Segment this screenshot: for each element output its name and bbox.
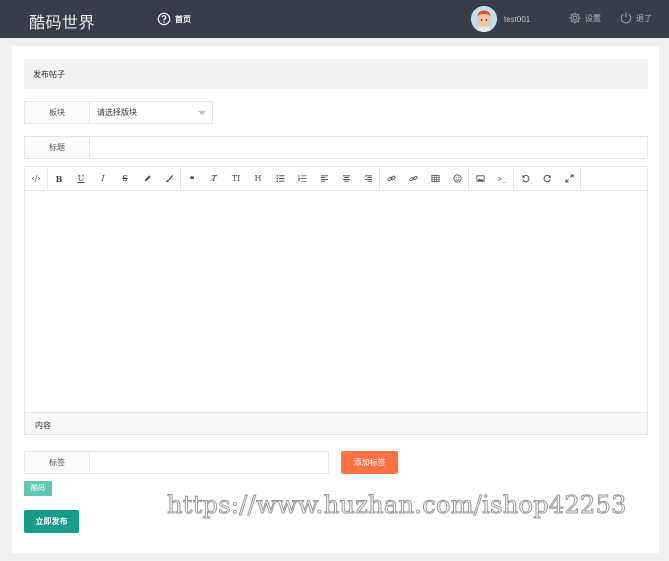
editor-toolbar: ‹/› B U I S ❝ T̸ TI H >_ (25, 167, 647, 191)
watermark: https://www.huzhan.com/ishop42253 (167, 491, 627, 520)
clear-format-icon[interactable]: T̸ (203, 167, 225, 191)
chevron-down-icon (198, 111, 206, 115)
editor-footer-label: 内容 (25, 412, 647, 434)
underline-icon[interactable]: U (70, 167, 92, 191)
settings-label: 设置 (585, 13, 601, 23)
page-title: 发布帖子 (24, 59, 648, 89)
avatar (471, 6, 497, 32)
text-size-icon[interactable]: TI (225, 167, 247, 191)
nav-home-link[interactable]: 首页 (157, 12, 191, 26)
quote-icon[interactable]: ❝ (181, 167, 203, 191)
strikethrough-icon[interactable]: S (114, 167, 136, 191)
tag-chip[interactable]: 酷码 (24, 481, 52, 496)
unlink-icon[interactable] (402, 167, 424, 191)
code-icon[interactable]: >_ (491, 167, 513, 191)
block-label: 板块 (25, 102, 90, 123)
block-select-text: 请选择版块 (97, 108, 137, 117)
settings-link[interactable]: 设置 (568, 11, 601, 25)
help-circle-icon (157, 12, 171, 26)
post-form-card: 发布帖子 板块 请选择版块 标题 ‹/› B U I S ❝ T̸ TI H >… (12, 46, 659, 553)
subject-label: 标题 (25, 137, 90, 158)
image-icon[interactable] (469, 167, 491, 191)
pencil-icon[interactable] (136, 167, 158, 191)
emoji-icon[interactable] (446, 167, 468, 191)
fullscreen-icon[interactable] (558, 167, 580, 191)
editor-content-area[interactable] (25, 191, 647, 412)
power-icon (620, 12, 632, 24)
tags-label: 标签 (25, 452, 90, 473)
logout-link[interactable]: 退了 (619, 11, 652, 25)
block-select-value[interactable]: 请选择版块 (90, 102, 212, 123)
table-icon[interactable] (424, 167, 446, 191)
tags-field: 标签 (24, 451, 329, 474)
undo-icon[interactable] (514, 167, 536, 191)
bold-icon[interactable]: B (48, 167, 70, 191)
rich-text-editor: ‹/› B U I S ❝ T̸ TI H >_ 内容 (24, 166, 648, 435)
code-view-icon[interactable]: ‹/› (25, 167, 47, 191)
user-menu[interactable]: test001 (471, 6, 530, 32)
ordered-list-icon[interactable] (291, 167, 313, 191)
block-select[interactable]: 板块 请选择版块 (24, 101, 213, 124)
publish-button[interactable]: 立即发布 (24, 510, 79, 533)
italic-icon[interactable]: I (92, 167, 114, 191)
redo-icon[interactable] (536, 167, 558, 191)
brush-icon[interactable] (158, 167, 180, 191)
align-left-icon[interactable] (313, 167, 335, 191)
username: test001 (504, 14, 531, 24)
subject-input[interactable] (90, 137, 647, 158)
align-center-icon[interactable] (335, 167, 357, 191)
subject-field: 标题 (24, 136, 648, 159)
unordered-list-icon[interactable] (269, 167, 291, 191)
add-tag-button[interactable]: 添加标签 (341, 451, 398, 474)
gear-icon (569, 12, 581, 24)
site-logo[interactable]: 酷码世界 (29, 9, 95, 33)
tags-input[interactable] (90, 452, 328, 473)
nav-home-label: 首页 (175, 14, 191, 24)
logout-label: 退了 (636, 13, 652, 23)
heading-icon[interactable]: H (247, 167, 269, 191)
align-right-icon[interactable] (357, 167, 379, 191)
top-navbar: 酷码世界 首页 test001 设置 退了 (0, 0, 669, 38)
link-icon[interactable] (380, 167, 402, 191)
